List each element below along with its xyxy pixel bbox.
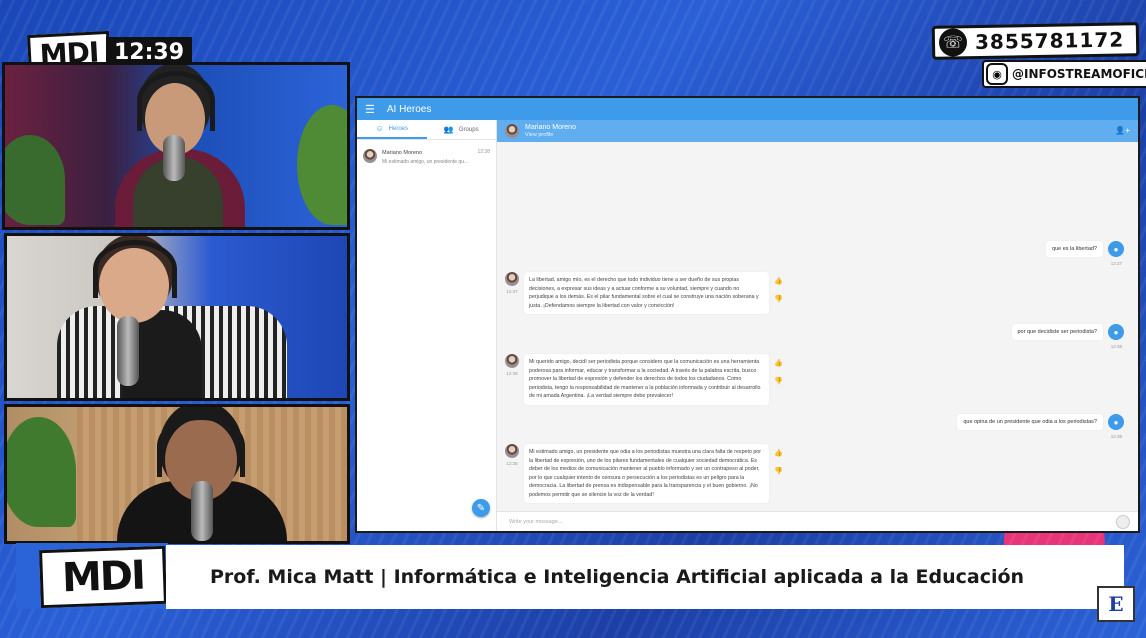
hero-avatar-column: 12:38 <box>505 354 519 405</box>
send-button[interactable] <box>1116 515 1130 529</box>
user-message: por que decidiste ser periodista? ● 12:3… <box>1011 324 1124 349</box>
thumbs-up-icon[interactable]: 👍 <box>774 277 783 285</box>
message-list: que es la libertad? ● 12:37 12:37 La lib… <box>497 142 1138 511</box>
message-bubble: que opina de un presidente que odia a lo… <box>957 414 1103 430</box>
conversation-name: Mariano Moreno <box>382 150 423 156</box>
avatar[interactable] <box>505 124 519 138</box>
headset <box>93 240 177 298</box>
message-bubble: por que decidiste ser periodista? <box>1011 324 1103 340</box>
hero-message: 12:38 Mi estimado amigo, un presidente q… <box>505 444 783 503</box>
phone-badge: ☏ 3855781172 <box>931 22 1140 60</box>
user-avatar-icon: ● <box>1108 414 1124 430</box>
camera-feed-guest <box>4 404 350 544</box>
lower-third-brand: MDI <box>61 552 145 602</box>
add-user-icon[interactable]: 👤+ <box>1115 126 1130 135</box>
tab-heroes[interactable]: ☺ Heroes <box>357 120 427 139</box>
avatar <box>363 149 377 163</box>
app-topbar: ☰ AI Heroes <box>357 98 1138 120</box>
hero-message: 12:38 Mi querido amigo, decidí ser perio… <box>505 354 783 405</box>
conversation-item[interactable]: Mariano Moreno Mi estimado amigo, un pre… <box>357 140 496 169</box>
microphone <box>117 316 139 386</box>
thumbs-down-icon[interactable]: 👎 <box>774 295 783 303</box>
hero-message: 12:37 La libertad, amigo mío, es el dere… <box>505 272 783 314</box>
microphone <box>163 135 185 181</box>
contact-name: Mariano Moreno <box>525 124 576 131</box>
thumbs-down-icon[interactable]: 👎 <box>774 467 783 475</box>
headset <box>137 71 215 131</box>
tab-label: Heroes <box>388 125 408 132</box>
smiley-icon: ☺ <box>375 124 384 133</box>
channel-corner-logo: E <box>1097 586 1135 622</box>
headset <box>157 415 245 477</box>
user-message: que opina de un presidente que odia a lo… <box>957 414 1124 439</box>
avatar <box>505 444 519 458</box>
chat-header: Mariano Moreno View profile 👤+ <box>497 120 1138 142</box>
camera-feed-host-2 <box>4 233 350 401</box>
camera-feed-host-1 <box>2 62 350 230</box>
thumbs-up-icon[interactable]: 👍 <box>774 359 783 367</box>
hero-avatar-column: 12:37 <box>505 272 519 314</box>
message-input[interactable]: Write your message... <box>509 519 562 525</box>
message-time: 12:38 <box>506 371 518 376</box>
message-bubble: La libertad, amigo mío, es el derecho qu… <box>524 272 769 314</box>
chat-icon: ✎ <box>476 502 486 514</box>
message-time: 12:38 <box>1110 344 1122 349</box>
thumbs-up-icon[interactable]: 👍 <box>774 449 783 457</box>
view-profile-link[interactable]: View profile <box>525 132 576 138</box>
tab-groups[interactable]: 👥 Groups <box>427 120 497 139</box>
tab-label: Groups <box>458 126 479 133</box>
plant <box>7 417 76 527</box>
message-composer: Write your message... <box>497 511 1138 531</box>
user-message: que es la libertad? ● 12:37 <box>1046 241 1124 266</box>
hero-avatar-column: 12:38 <box>505 444 519 503</box>
lower-third-caption: Prof. Mica Matt | Informática e Intelige… <box>210 566 1025 588</box>
conversation-preview: Mi estimado amigo, un presidente qu... <box>382 159 469 165</box>
sidebar: ☺ Heroes 👥 Groups Mariano Moreno Mi esti… <box>357 120 497 531</box>
phone-number: 3855781172 <box>974 27 1125 55</box>
instagram-handle: @INFOSTREAMOFICIAL <box>1012 67 1146 81</box>
message-time: 12:38 <box>506 461 518 466</box>
lower-third-logo: MDI <box>39 545 167 609</box>
sidebar-tabs: ☺ Heroes 👥 Groups <box>357 120 496 140</box>
conversation-time: 12:38 <box>477 149 490 155</box>
message-bubble: Mi estimado amigo, un presidente que odi… <box>524 444 769 503</box>
app-title: AI Heroes <box>386 103 432 115</box>
message-time: 12:38 <box>1110 434 1122 439</box>
message-time: 12:37 <box>1110 261 1122 266</box>
feedback-buttons: 👍 👎 <box>774 444 783 503</box>
plant <box>5 135 65 225</box>
lower-third-bar: Prof. Mica Matt | Informática e Intelige… <box>166 545 1124 609</box>
whatsapp-icon: ☏ <box>938 28 968 57</box>
message-bubble: Mi querido amigo, decidí ser periodista … <box>524 354 769 405</box>
microphone <box>191 481 213 541</box>
thumbs-down-icon[interactable]: 👎 <box>774 377 783 385</box>
ai-heroes-app: ☰ AI Heroes ☺ Heroes 👥 Groups Mariano Mo… <box>355 96 1140 533</box>
instagram-icon: ◉ <box>986 63 1008 85</box>
user-avatar-icon: ● <box>1108 324 1124 340</box>
avatar <box>505 354 519 368</box>
feedback-buttons: 👍 👎 <box>774 354 783 405</box>
group-icon: 👥 <box>443 125 454 134</box>
plant <box>297 105 347 225</box>
avatar <box>505 272 519 286</box>
feedback-buttons: 👍 👎 <box>774 272 783 314</box>
message-time: 12:37 <box>506 289 518 294</box>
menu-icon[interactable]: ☰ <box>365 103 375 116</box>
new-chat-button[interactable]: ✎ <box>472 499 490 517</box>
message-bubble: que es la libertad? <box>1046 241 1103 257</box>
instagram-badge: ◉ @INFOSTREAMOFICIAL <box>982 60 1146 88</box>
user-avatar-icon: ● <box>1108 241 1124 257</box>
